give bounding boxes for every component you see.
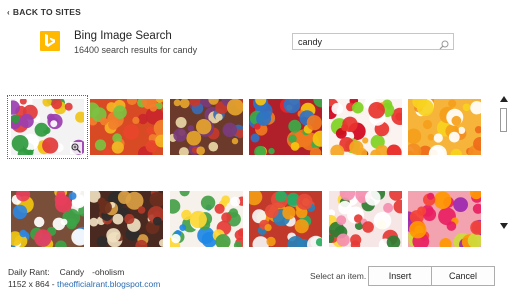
- image-thumbnail[interactable]: [170, 191, 243, 247]
- image-thumbnail[interactable]: [408, 191, 481, 247]
- cancel-button[interactable]: Cancel: [431, 266, 495, 286]
- scroll-up-icon[interactable]: [499, 95, 508, 103]
- provider-header: Bing Image Search 16400 search results f…: [40, 30, 197, 56]
- chevron-left-icon: ‹: [7, 7, 10, 17]
- status-text: Select an item.: [310, 271, 367, 281]
- image-thumbnail[interactable]: [329, 99, 402, 155]
- image-thumbnail[interactable]: [408, 99, 481, 155]
- item-title-word: Candy: [59, 267, 85, 277]
- image-thumbnail[interactable]: [90, 99, 163, 155]
- scroll-thumb[interactable]: [500, 108, 507, 132]
- result-count: 16400 search results for candy: [74, 45, 198, 55]
- item-title-prefix: Daily Rant:: [8, 267, 50, 277]
- item-details: Daily Rant: Candy -oholism 1152 x 864 - th…: [8, 266, 160, 290]
- image-thumbnail[interactable]: [249, 191, 322, 247]
- insert-button[interactable]: Insert: [368, 266, 432, 286]
- bing-logo-icon: [40, 31, 60, 51]
- image-thumbnail[interactable]: [249, 99, 322, 155]
- scroll-down-icon[interactable]: [499, 222, 508, 230]
- image-thumbnail[interactable]: [7, 95, 88, 159]
- image-thumbnail[interactable]: [329, 191, 402, 247]
- item-dimensions: 1152 x 864 -: [8, 279, 55, 289]
- search-icon[interactable]: [439, 37, 449, 55]
- vertical-scrollbar[interactable]: [497, 93, 509, 235]
- image-thumbnail[interactable]: [170, 99, 243, 155]
- back-to-sites-link[interactable]: ‹ BACK TO SITES: [7, 6, 81, 18]
- search-input[interactable]: [298, 36, 436, 47]
- source-link[interactable]: theofficialrant.blogspot.com: [57, 279, 160, 289]
- image-thumbnail[interactable]: [11, 191, 84, 247]
- search-box[interactable]: [292, 33, 454, 50]
- zoom-icon[interactable]: [70, 141, 82, 154]
- back-to-sites-label: BACK TO SITES: [12, 7, 81, 17]
- image-results-grid: [6, 93, 491, 248]
- item-title-suffix: -oholism: [92, 267, 125, 277]
- image-thumbnail[interactable]: [90, 191, 163, 247]
- provider-name: Bing Image Search: [74, 30, 172, 42]
